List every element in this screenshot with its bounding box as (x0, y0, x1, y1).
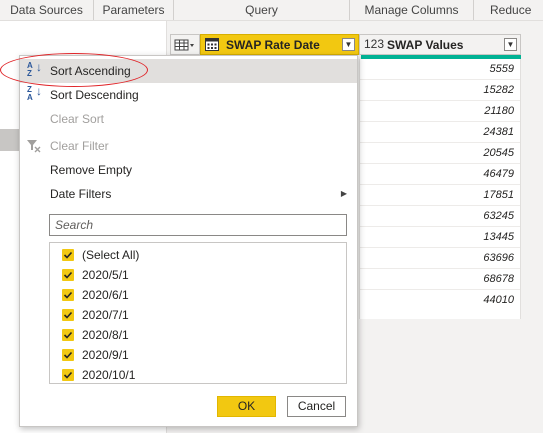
menu-item-clear-sort[interactable]: Clear Sort (20, 107, 357, 131)
row-divider (360, 247, 520, 248)
filter-search-input[interactable] (49, 214, 347, 236)
swap-values-column: 5559 15282 21180 24381 20545 46479 17851… (359, 59, 521, 319)
menu-item-remove-empty[interactable]: Remove Empty (20, 158, 357, 182)
ribbon-group-reduce-rows: Reduce Ro (490, 3, 532, 37)
column-filter-dropdown-icon[interactable]: ▼ (342, 38, 355, 51)
checkbox-checked-icon[interactable] (62, 369, 74, 381)
row-divider (360, 121, 520, 122)
ribbon-group-parameters: Parameters (94, 0, 174, 20)
submenu-arrow-icon: ▶ (340, 189, 347, 198)
table-cell[interactable]: 13445 (483, 231, 514, 243)
column-filter-dropdown-icon[interactable]: ▼ (504, 38, 517, 51)
list-item-label: (Select All) (82, 248, 140, 262)
sort-descending-icon: Z A ↓ (27, 84, 42, 102)
table-cell[interactable]: 63245 (483, 210, 514, 222)
number-type-icon: 123 (364, 37, 385, 51)
list-item-label: 2020/8/1 (82, 328, 129, 342)
ribbon-group-labels: Data Sources Parameters Query Manage Col… (0, 0, 543, 37)
highlight-annotation-circle (0, 53, 148, 87)
table-cell[interactable]: 20545 (483, 147, 514, 159)
checkbox-checked-icon[interactable] (62, 269, 74, 281)
row-divider (360, 289, 520, 290)
cancel-button[interactable]: Cancel (287, 396, 346, 417)
checkbox-checked-icon[interactable] (62, 349, 74, 361)
ribbon-group-manage-columns: Manage Columns (350, 0, 474, 20)
menu-item-date-filters[interactable]: Date Filters ▶ (20, 182, 357, 206)
row-divider (360, 142, 520, 143)
table-cell[interactable]: 5559 (490, 63, 514, 75)
table-cell[interactable]: 68678 (483, 273, 514, 285)
ribbon-group-data-sources: Data Sources (0, 0, 94, 20)
calendar-icon (205, 38, 219, 51)
row-divider (360, 184, 520, 185)
row-divider (360, 226, 520, 227)
row-divider (360, 268, 520, 269)
row-divider (360, 100, 520, 101)
table-cell[interactable]: 15282 (483, 84, 514, 96)
row-divider (360, 205, 520, 206)
table-cell[interactable]: 44010 (483, 294, 514, 306)
list-item-label: 2020/10/1 (82, 368, 136, 382)
ribbon-group-query: Query (174, 0, 350, 20)
menu-item-label: Remove Empty (50, 163, 133, 177)
menu-item-label: Clear Sort (50, 112, 105, 126)
filter-values-list: (Select All) 2020/5/1 2020/6/1 2020/7/1 … (49, 242, 347, 384)
selected-query-item[interactable] (0, 129, 20, 151)
menu-item-label: Clear Filter (50, 139, 109, 153)
table-cell[interactable]: 17851 (483, 189, 514, 201)
checkbox-checked-icon[interactable] (62, 249, 74, 261)
ok-button[interactable]: OK (217, 396, 276, 417)
checkbox-checked-icon[interactable] (62, 329, 74, 341)
table-cell[interactable]: 21180 (484, 105, 514, 117)
column-header-swap-rate-date[interactable]: SWAP Rate Date ▼ (200, 34, 359, 55)
list-item-label: 2020/9/1 (82, 348, 129, 362)
column-header-swap-values[interactable]: 123 SWAP Values ▼ (359, 34, 521, 55)
table-cell[interactable]: 24381 (483, 126, 514, 138)
column-header-label: SWAP Rate Date (226, 38, 320, 52)
table-icon (174, 39, 194, 51)
list-item-label: 2020/6/1 (82, 288, 129, 302)
menu-item-clear-filter[interactable]: Clear Filter (20, 134, 357, 158)
column-header-label: SWAP Values (387, 38, 464, 52)
menu-item-label: Date Filters (50, 187, 112, 201)
table-cell[interactable]: 46479 (483, 168, 514, 180)
table-menu-button[interactable] (170, 34, 200, 55)
list-item-label: 2020/5/1 (82, 268, 129, 282)
list-item-label: 2020/7/1 (82, 308, 129, 322)
row-divider (360, 79, 520, 80)
clear-filter-icon (27, 140, 41, 153)
checkbox-checked-icon[interactable] (62, 289, 74, 301)
row-divider (360, 163, 520, 164)
table-cell[interactable]: 63696 (483, 252, 514, 264)
checkbox-checked-icon[interactable] (62, 309, 74, 321)
